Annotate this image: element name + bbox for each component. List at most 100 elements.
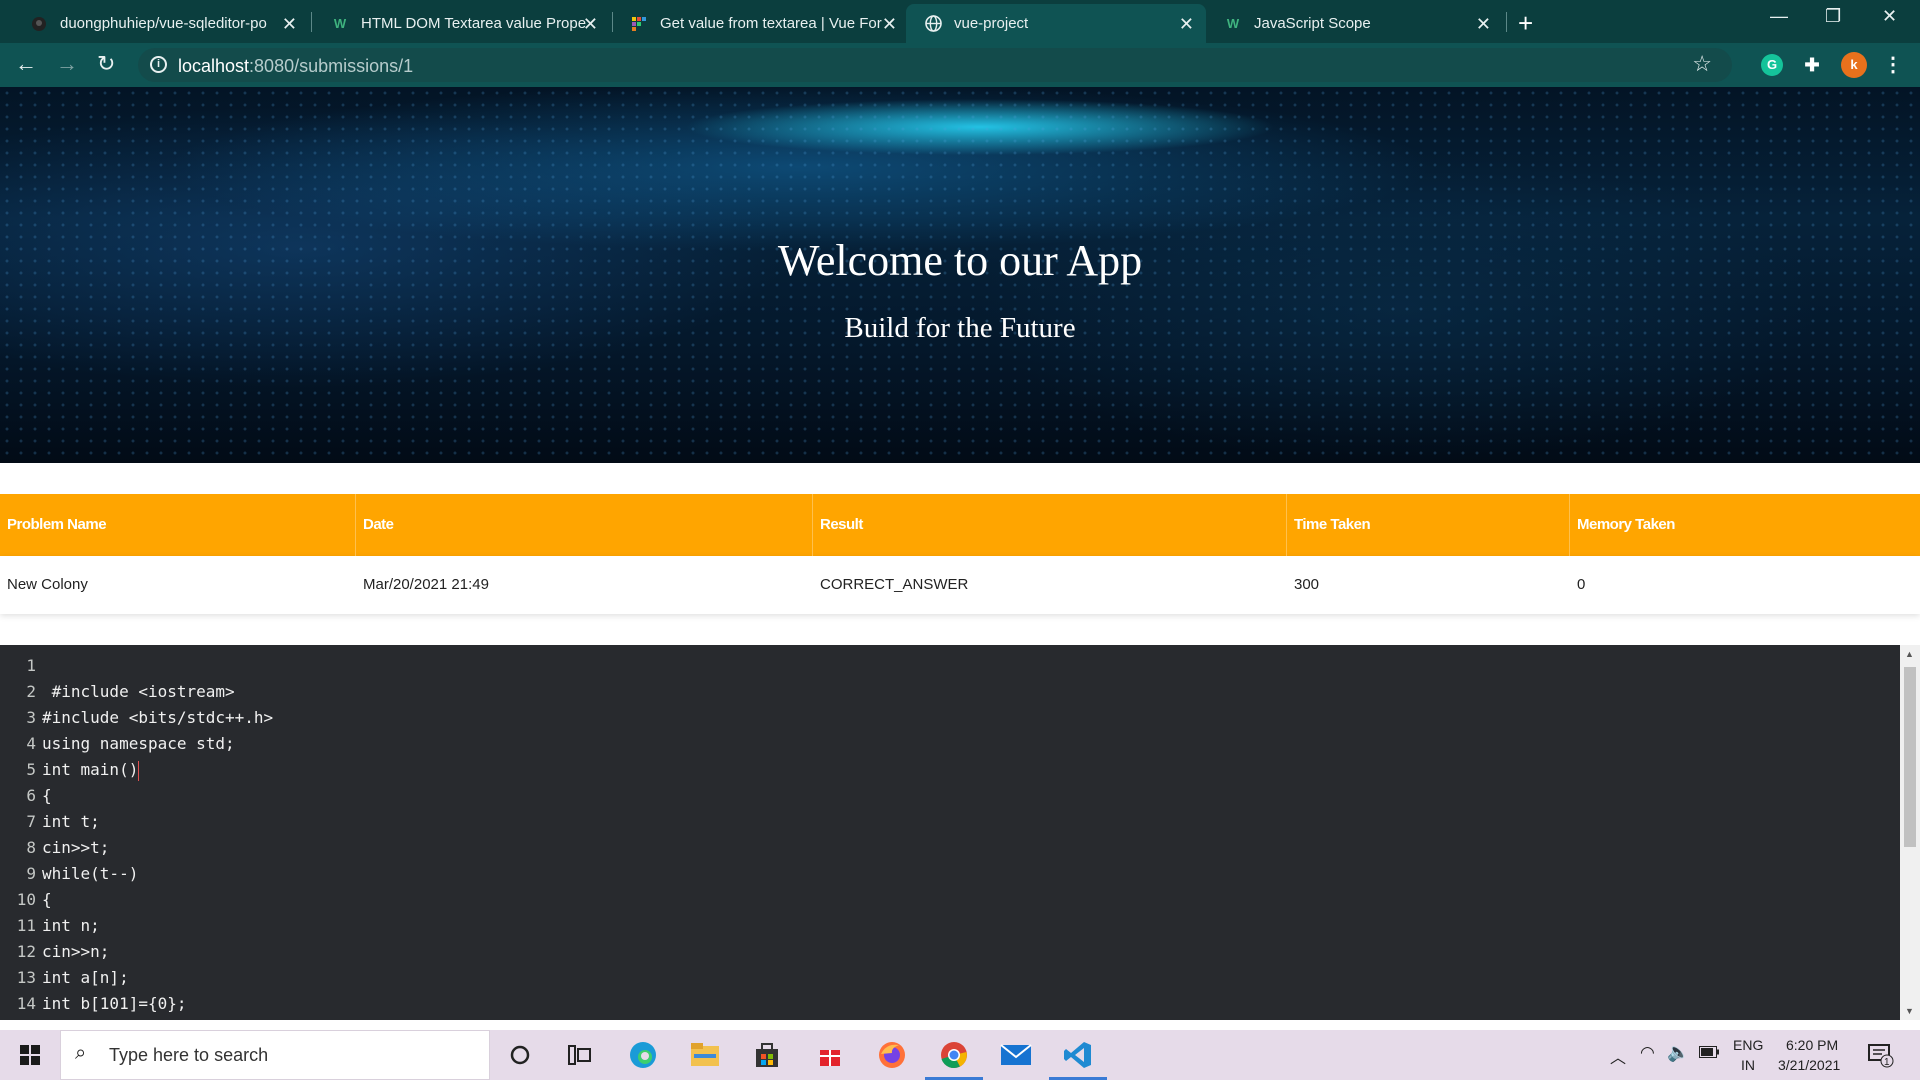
close-tab-icon[interactable]: ✕ <box>1476 14 1491 35</box>
tab-title: HTML DOM Textarea value Prope <box>361 15 586 32</box>
column-header-result: Result <box>813 494 1287 556</box>
code-line[interactable]: #include <iostream> <box>42 679 273 705</box>
grammarly-icon[interactable]: G <box>1761 54 1783 76</box>
code-line[interactable]: int t; <box>42 809 273 835</box>
code-line-with-caret[interactable]: int main() <box>42 757 273 783</box>
chrome-icon[interactable] <box>937 1038 971 1072</box>
forward-icon[interactable]: → <box>56 51 78 77</box>
code-line[interactable]: #include <bits/stdc++.h> <box>42 705 273 731</box>
hero-subtitle: Build for the Future <box>844 312 1076 344</box>
line-number: 6 <box>26 786 36 805</box>
column-header-problem-name: Problem Name <box>0 494 356 556</box>
column-header-time-taken: Time Taken <box>1287 494 1570 556</box>
line-number: 3 <box>26 708 36 727</box>
edge-browser-icon[interactable] <box>626 1038 660 1072</box>
close-tab-icon[interactable]: ✕ <box>583 14 598 35</box>
scrollbar-thumb[interactable] <box>1904 667 1916 847</box>
windows-taskbar: ⌕ Type here to search ︿ ◠ 🔈 ENG IN 6:20 … <box>0 1030 1920 1080</box>
mail-icon[interactable] <box>999 1038 1033 1072</box>
cell-time-taken: 300 <box>1294 576 1320 593</box>
search-placeholder: Type here to search <box>109 1045 269 1065</box>
code-line[interactable]: cin>>t; <box>42 835 273 861</box>
code-line[interactable]: int b[101]={0}; <box>42 991 273 1017</box>
tab-divider <box>1506 12 1507 32</box>
url-text[interactable]: localhost:8080/submissions/1 <box>178 56 413 77</box>
clock-time[interactable]: 6:20 PM <box>1786 1037 1838 1053</box>
extensions-puzzle-icon[interactable]: ✚ <box>1801 54 1823 76</box>
scroll-down-arrow-icon[interactable]: ▼ <box>1905 1006 1914 1016</box>
submission-table: Problem Name Date Result Time Taken Memo… <box>0 494 1920 614</box>
info-icon[interactable]: i <box>150 56 167 73</box>
back-icon[interactable]: ← <box>15 51 37 77</box>
tab-vue-project[interactable]: vue-project ✕ <box>906 4 1206 43</box>
code-line[interactable]: cin>>n; <box>42 939 273 965</box>
column-header-memory-taken: Memory Taken <box>1577 516 1675 533</box>
volume-icon[interactable]: 🔈 <box>1667 1042 1689 1063</box>
network-wifi-icon[interactable]: ◠ <box>1640 1043 1655 1063</box>
notification-count: 1 <box>1884 1057 1890 1068</box>
clock-date[interactable]: 3/21/2021 <box>1778 1057 1840 1073</box>
scroll-up-arrow-icon[interactable]: ▲ <box>1905 649 1914 659</box>
show-hidden-icons-chevron-icon[interactable]: ︿ <box>1610 1044 1626 1068</box>
firefox-icon[interactable] <box>875 1038 909 1072</box>
battery-icon[interactable] <box>1699 1045 1719 1061</box>
url-path: :8080/submissions/1 <box>249 56 414 76</box>
line-number: 11 <box>16 916 36 935</box>
code-line[interactable] <box>42 653 273 679</box>
tab-title: JavaScript Scope <box>1254 15 1371 32</box>
tab-title: duongphuhiep/vue-sqleditor-po <box>60 15 267 32</box>
text-caret <box>138 760 140 781</box>
cell-problem-name: New Colony <box>7 576 88 593</box>
close-tab-icon[interactable]: ✕ <box>1179 14 1194 35</box>
windows-start-icon[interactable] <box>20 1045 40 1065</box>
language-indicator[interactable]: ENG <box>1733 1037 1763 1053</box>
tab-title: Get value from textarea | Vue For <box>660 15 882 32</box>
reload-icon[interactable]: ↻ <box>97 51 115 77</box>
file-explorer-icon[interactable] <box>688 1038 722 1072</box>
hero-banner: Welcome to our App Build for the Future <box>0 87 1920 463</box>
code-line[interactable]: int a[n]; <box>42 965 273 991</box>
notification-center-icon[interactable] <box>1868 1042 1894 1071</box>
editor-scrollbar[interactable]: ▲ ▼ <box>1900 645 1920 1020</box>
vscode-icon[interactable] <box>1061 1038 1095 1072</box>
globe-icon <box>924 15 942 33</box>
new-tab-icon[interactable]: + <box>1518 8 1533 39</box>
line-number: 2 <box>26 682 36 701</box>
line-number: 1 <box>26 656 36 675</box>
taskbar-search-box[interactable]: ⌕ Type here to search <box>60 1030 490 1080</box>
tab-vue-forum[interactable]: Get value from textarea | Vue For ✕ <box>612 4 909 43</box>
code-line[interactable]: while(t--) <box>42 861 273 887</box>
code-line[interactable]: using namespace std; <box>42 731 273 757</box>
close-tab-icon[interactable]: ✕ <box>282 14 297 35</box>
address-bar[interactable]: i localhost:8080/submissions/1 ☆ <box>138 48 1732 82</box>
line-number: 13 <box>16 968 36 987</box>
close-tab-icon[interactable]: ✕ <box>882 14 897 35</box>
region-indicator[interactable]: IN <box>1741 1057 1755 1073</box>
code-line[interactable]: int n; <box>42 913 273 939</box>
line-number: 14 <box>16 994 36 1013</box>
minimize-icon[interactable]: — <box>1770 6 1788 27</box>
task-view-icon[interactable] <box>563 1038 597 1072</box>
code-editor[interactable]: 1 2 3 4 5 6 7 8 9 10 11 12 13 14 #includ… <box>0 645 1920 1020</box>
cortana-icon[interactable] <box>503 1038 537 1072</box>
github-icon <box>30 15 48 33</box>
gift-app-icon[interactable] <box>813 1038 847 1072</box>
bookmark-star-icon[interactable]: ☆ <box>1692 51 1712 77</box>
table-header: Problem Name Date Result Time Taken Memo… <box>0 494 1920 556</box>
code-lines[interactable]: #include <iostream> #include <bits/stdc+… <box>42 653 273 1017</box>
cell-date: Mar/20/2021 21:49 <box>363 576 489 593</box>
line-number: 8 <box>26 838 36 857</box>
code-line-text[interactable]: int main() <box>42 760 138 779</box>
tab-textarea-value[interactable]: W HTML DOM Textarea value Prope ✕ <box>313 4 610 43</box>
close-window-icon[interactable]: ✕ <box>1882 6 1897 27</box>
w3schools-icon: W <box>333 16 347 31</box>
menu-kebab-icon[interactable]: ⋮ <box>1882 54 1904 76</box>
code-line[interactable]: { <box>42 783 273 809</box>
restore-icon[interactable]: ❐ <box>1825 6 1841 27</box>
code-line[interactable]: { <box>42 887 273 913</box>
cell-memory-taken: 0 <box>1577 576 1586 593</box>
tab-javascript-scope[interactable]: W JavaScript Scope ✕ <box>1206 4 1503 43</box>
profile-avatar[interactable]: k <box>1841 52 1867 78</box>
tab-github[interactable]: duongphuhiep/vue-sqleditor-po ✕ <box>12 4 309 43</box>
microsoft-store-icon[interactable] <box>750 1038 784 1072</box>
